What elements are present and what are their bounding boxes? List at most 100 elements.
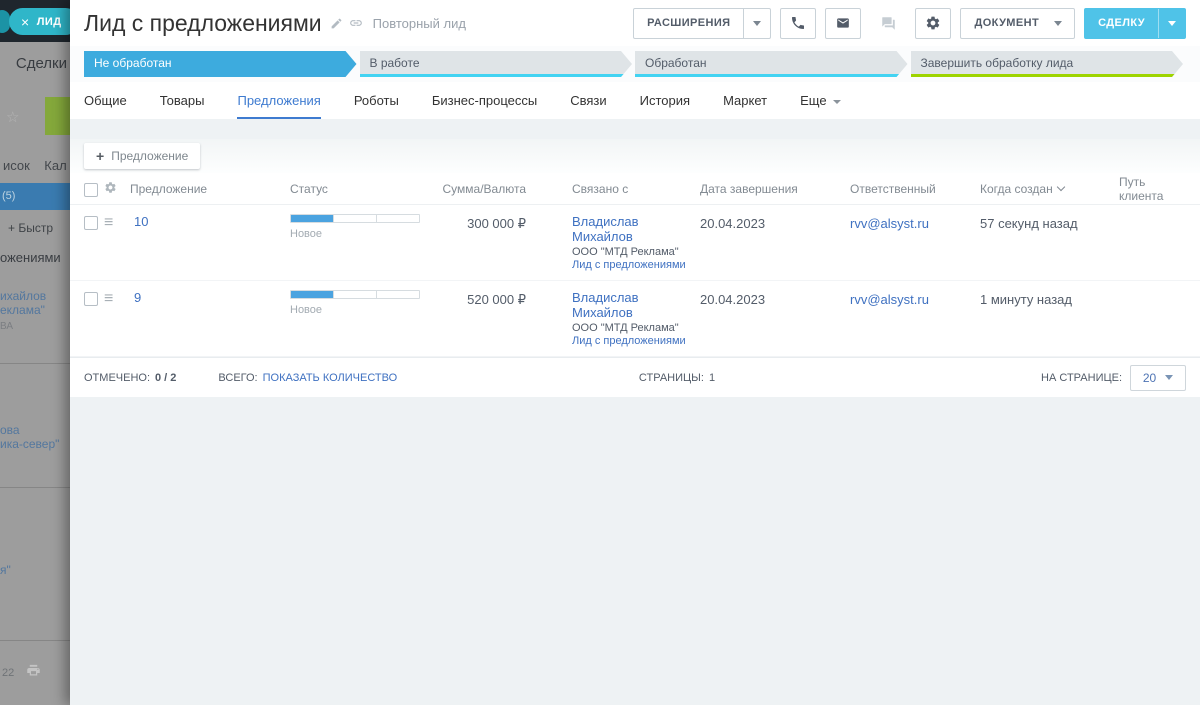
quote-id-link[interactable]: 10: [134, 214, 148, 229]
header-actions: РАСШИРЕНИЯ ДОКУМЕНТ СДЕЛКУ: [633, 7, 1186, 39]
stage-finish-processing[interactable]: Завершить обработку лида: [911, 51, 1184, 77]
tab-robots[interactable]: Роботы: [354, 93, 399, 119]
settings-button[interactable]: [915, 7, 952, 39]
card-divider: [0, 363, 70, 364]
per-page-label: НА СТРАНИЦЕ:: [1041, 371, 1122, 384]
add-quote-label: Предложение: [111, 149, 189, 163]
select-all-checkbox[interactable]: [84, 182, 98, 197]
top-navigation-bar: × ЛИД: [0, 0, 70, 42]
status-cell: Новое: [290, 290, 430, 316]
col-created[interactable]: Когда создан: [980, 182, 1119, 196]
tab-more[interactable]: Еще: [800, 93, 841, 119]
created-cell: 57 секунд назад: [980, 216, 1078, 231]
column-settings-gear-icon[interactable]: [104, 181, 130, 194]
lead-link[interactable]: Лид с предложениями: [572, 335, 686, 347]
responsible-link[interactable]: rvv@alsyst.ru: [850, 292, 929, 307]
tab-market[interactable]: Маркет: [723, 93, 767, 119]
deal-dropdown-toggle[interactable]: [1158, 8, 1185, 38]
email-button[interactable]: [825, 7, 862, 39]
view-switch-fragment: исок Кал: [3, 158, 67, 173]
call-button[interactable]: [780, 7, 817, 39]
page-title: Лид с предложениями: [84, 9, 322, 36]
tab-connections[interactable]: Связи: [570, 93, 606, 119]
responsible-link[interactable]: rvv@alsyst.ru: [850, 216, 929, 231]
stage-label: Обработан: [645, 55, 707, 70]
chat-bubbles-icon: [880, 16, 897, 31]
row-menu-icon[interactable]: ≡: [104, 291, 130, 307]
create-deal-button[interactable]: СДЕЛКУ: [1084, 7, 1186, 39]
chevron-down-icon: [1168, 20, 1176, 26]
quote-id-link[interactable]: 9: [134, 290, 141, 305]
sort-descending-icon: [1056, 182, 1065, 192]
stage-label: В работе: [369, 55, 420, 70]
finish-date-cell: 20.04.2023: [700, 216, 766, 231]
created-cell: 1 минуту назад: [980, 292, 1072, 307]
chat-button[interactable]: [870, 8, 906, 39]
stage-in-progress[interactable]: В работе: [360, 51, 633, 77]
edit-pencil-icon[interactable]: [330, 17, 343, 30]
lead-tab-label: ЛИД: [36, 15, 62, 28]
tab-products[interactable]: Товары: [160, 93, 205, 119]
sum-cell: 300 000 ₽: [467, 216, 526, 231]
chevron-down-icon: [1165, 375, 1174, 380]
card-divider: [0, 487, 70, 488]
panel-header: Лид с предложениями Повторный лид РАСШИР…: [70, 0, 1200, 46]
list-footer: ОТМЕЧЕНО: 0 / 2 ВСЕГО: ПОКАЗАТЬ КОЛИЧЕСТ…: [70, 357, 1200, 397]
tab-general[interactable]: Общие: [84, 93, 127, 119]
quick-deal-fragment: + Быстр: [8, 221, 54, 235]
row-checkbox[interactable]: [84, 216, 98, 230]
per-page-value: 20: [1142, 370, 1157, 385]
checked-value: 0 / 2: [155, 371, 177, 384]
related-cell: Владислав Михайлов ООО "МТД Реклама" Лид…: [530, 290, 700, 347]
deal-label: СДЕЛКУ: [1098, 17, 1145, 29]
extensions-button[interactable]: РАСШИРЕНИЯ: [633, 7, 772, 39]
sum-cell: 520 000 ₽: [467, 292, 526, 307]
tab-quotes[interactable]: Предложения: [237, 93, 320, 119]
envelope-icon: [835, 16, 851, 30]
status-label: Новое: [290, 304, 323, 316]
lead-link[interactable]: Лид с предложениями: [572, 259, 686, 271]
per-page-select[interactable]: 20: [1130, 364, 1186, 391]
kanban-counter-row: (5): [0, 183, 70, 210]
card-divider: [0, 640, 70, 641]
list-toolbar: + Предложение: [70, 139, 1200, 173]
contact-link[interactable]: Владислав Михайлов: [572, 290, 639, 320]
total-label: ВСЕГО:: [218, 371, 258, 384]
stage-not-processed[interactable]: Не обработан: [84, 51, 357, 77]
table-row: ≡ 9 Новое 520 000 ₽ Владислав Михайлов О…: [70, 281, 1200, 357]
show-count-link[interactable]: ПОКАЗАТЬ КОЛИЧЕСТВО: [263, 372, 398, 384]
chevron-down-icon: [832, 99, 841, 104]
extensions-label: РАСШИРЕНИЯ: [647, 17, 731, 29]
kanban-footer-count: 22: [2, 667, 15, 679]
col-responsible[interactable]: Ответственный: [850, 182, 980, 196]
col-related[interactable]: Связано с: [530, 182, 700, 196]
quotes-table: Предложение Статус Сумма/Валюта Связано …: [70, 173, 1200, 357]
spacer: [70, 119, 1200, 139]
copy-link-icon[interactable]: [349, 16, 363, 30]
tab-history[interactable]: История: [640, 93, 690, 119]
col-sum[interactable]: Сумма/Валюта: [430, 182, 530, 196]
row-checkbox[interactable]: [84, 292, 98, 306]
document-label: ДОКУМЕНТ: [974, 17, 1040, 29]
col-status[interactable]: Статус: [290, 182, 430, 196]
deals-page-title: Сделки: [15, 55, 67, 72]
plus-icon: +: [96, 148, 105, 164]
kanban-card3-fragment: я": [0, 563, 11, 577]
stage-label: Не обработан: [94, 55, 172, 70]
add-quote-button[interactable]: + Предложение: [84, 143, 201, 169]
contact-link[interactable]: Владислав Михайлов: [572, 214, 639, 244]
lead-slider-tab[interactable]: × ЛИД: [9, 8, 70, 35]
close-icon[interactable]: ×: [21, 15, 30, 29]
extensions-dropdown-toggle[interactable]: [743, 8, 770, 38]
col-client-path[interactable]: Путь клиента: [1119, 175, 1186, 203]
stage-underline: [360, 74, 633, 77]
document-button[interactable]: ДОКУМЕНТ: [960, 7, 1076, 39]
col-finish-date[interactable]: Дата завершения: [700, 182, 850, 196]
pages-label: СТРАНИЦЫ:: [638, 371, 704, 384]
kanban-count: (5): [2, 190, 16, 202]
status-cell: Новое: [290, 214, 430, 240]
stage-processed[interactable]: Обработан: [635, 51, 908, 77]
row-menu-icon[interactable]: ≡: [104, 215, 130, 231]
col-offer[interactable]: Предложение: [130, 182, 290, 196]
tab-business-processes[interactable]: Бизнес-процессы: [432, 93, 537, 119]
